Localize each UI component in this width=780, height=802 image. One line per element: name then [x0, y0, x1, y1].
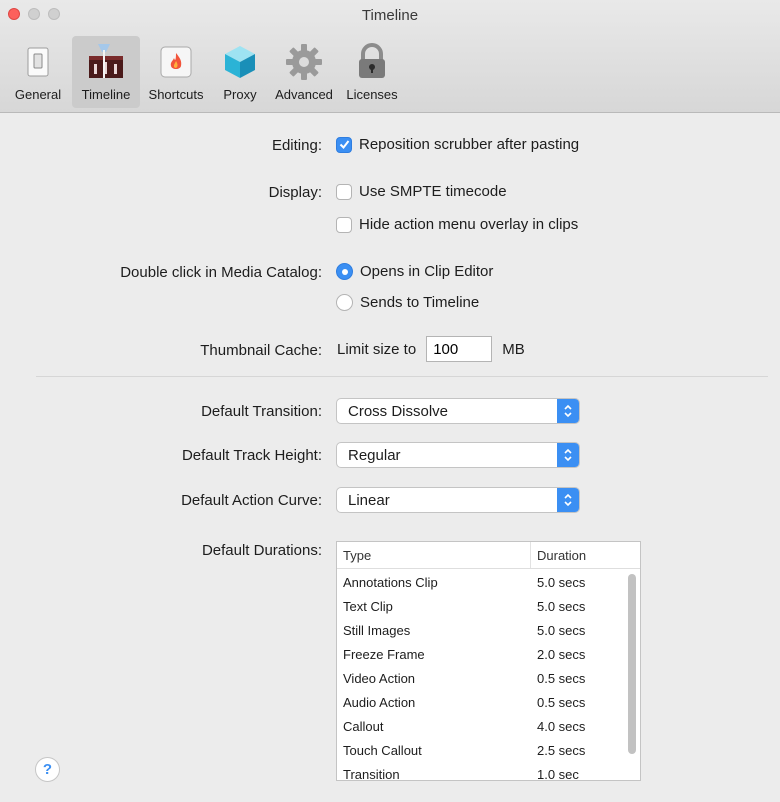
limit-size-label: Limit size to — [337, 340, 417, 358]
tab-licenses-label: Licenses — [346, 87, 398, 102]
checkmark-icon — [339, 140, 349, 150]
tab-general[interactable]: General — [4, 36, 72, 108]
cache-size-field[interactable] — [426, 336, 493, 362]
general-switch-icon — [27, 47, 49, 77]
cell-duration: 0.5 secs — [537, 670, 586, 686]
chevron-up-down-icon — [557, 488, 579, 512]
column-header-duration[interactable]: Duration — [531, 542, 592, 568]
title-toolbar-area: Timeline General Timeline Shortcuts Prox… — [0, 0, 780, 113]
proxy-cube-icon — [225, 46, 255, 78]
cell-duration: 4.0 secs — [537, 718, 586, 734]
window-title: Timeline — [361, 7, 419, 24]
table-row[interactable]: Transition 1.0 sec — [337, 762, 640, 781]
cell-duration: 1.0 sec — [537, 766, 579, 781]
sends-to-timeline-radio[interactable]: Sends to Timeline — [336, 294, 479, 311]
table-header: Type Duration — [337, 542, 640, 569]
default-transition-popup[interactable]: Cross Dissolve — [336, 398, 580, 424]
tab-licenses[interactable]: Licenses — [340, 36, 404, 108]
table-row[interactable]: Annotations Clip 5.0 secs — [337, 570, 640, 594]
thumbnail-cache-label: Thumbnail Cache: — [200, 342, 322, 359]
cache-unit-label: MB — [502, 340, 525, 358]
cell-type: Freeze Frame — [343, 646, 425, 662]
table-row[interactable]: Callout 4.0 secs — [337, 714, 640, 738]
chevron-up-down-icon — [557, 399, 579, 423]
smpte-timecode-checkbox[interactable]: Use SMPTE timecode — [336, 183, 507, 200]
default-track-height-popup[interactable]: Regular — [336, 442, 580, 468]
cell-type: Still Images — [343, 622, 411, 638]
table-body: Annotations Clip 5.0 secs Text Clip 5.0 se… — [337, 569, 640, 781]
default-transition-value: Cross Dissolve — [348, 403, 449, 420]
default-action-curve-label: Default Action Curve: — [181, 492, 322, 509]
radio-unselected[interactable] — [336, 294, 353, 311]
cell-type: Text Clip — [343, 598, 393, 614]
gear-icon — [286, 44, 322, 80]
checkbox-unchecked[interactable] — [336, 183, 352, 200]
opens-in-clip-editor-label: Opens in Clip Editor — [360, 263, 494, 280]
help-button[interactable]: ? — [35, 757, 60, 782]
tab-proxy[interactable]: Proxy — [212, 36, 268, 108]
sends-to-timeline-label: Sends to Timeline — [360, 294, 480, 311]
column-header-type[interactable]: Type — [337, 542, 531, 568]
table-row[interactable]: Audio Action 0.5 secs — [337, 690, 640, 714]
reposition-scrubber-checkbox[interactable]: Reposition scrubber after pasting — [336, 136, 579, 153]
hide-action-menu-label: Hide action menu overlay in clips — [359, 216, 579, 233]
display-label: Display: — [268, 184, 322, 201]
cell-type: Audio Action — [343, 694, 416, 710]
default-track-height-label: Default Track Height: — [181, 447, 322, 464]
tab-timeline-label: Timeline — [81, 87, 131, 102]
default-action-curve-popup[interactable]: Linear — [336, 487, 580, 513]
tab-advanced-label: Advanced — [275, 87, 333, 102]
cell-duration: 5.0 secs — [537, 598, 586, 614]
default-transition-label: Default Transition: — [201, 403, 322, 420]
preferences-window: Timeline General Timeline Shortcuts Prox… — [0, 0, 780, 802]
tab-general-label: General — [14, 87, 62, 102]
cell-duration: 5.0 secs — [537, 574, 586, 590]
reposition-scrubber-label: Reposition scrubber after pasting — [359, 136, 580, 153]
double-click-label: Double click in Media Catalog: — [120, 264, 322, 281]
tab-proxy-label: Proxy — [223, 87, 257, 102]
table-scrollbar[interactable] — [628, 574, 636, 754]
radio-selected[interactable] — [336, 263, 353, 280]
editing-label: Editing: — [271, 137, 322, 154]
table-row[interactable]: Text Clip 5.0 secs — [337, 594, 640, 618]
hide-action-menu-checkbox[interactable]: Hide action menu overlay in clips — [336, 216, 578, 233]
lock-icon — [359, 43, 385, 78]
tab-shortcuts-label: Shortcuts — [148, 87, 204, 102]
shortcuts-fire-icon — [160, 46, 192, 78]
cell-type: Annotations Clip — [343, 574, 438, 590]
default-action-curve-value: Linear — [348, 492, 390, 509]
chevron-up-down-icon — [557, 443, 579, 467]
opens-in-clip-editor-radio[interactable]: Opens in Clip Editor — [336, 263, 493, 280]
smpte-timecode-label: Use SMPTE timecode — [359, 183, 507, 200]
table-row[interactable]: Video Action 0.5 secs — [337, 666, 640, 690]
cell-type: Transition — [343, 766, 400, 781]
tab-timeline[interactable]: Timeline — [72, 36, 140, 108]
cell-duration: 2.5 secs — [537, 742, 586, 758]
section-divider — [36, 376, 768, 377]
cell-duration: 5.0 secs — [537, 622, 586, 638]
cell-duration: 0.5 secs — [537, 694, 586, 710]
cell-duration: 2.0 secs — [537, 646, 586, 662]
table-row[interactable]: Freeze Frame 2.0 secs — [337, 642, 640, 666]
default-track-height-value: Regular — [348, 447, 401, 464]
checkbox-checked[interactable] — [336, 136, 352, 153]
checkbox-unchecked[interactable] — [336, 216, 352, 233]
default-durations-table[interactable]: Type Duration Annotations Clip 5.0 secs T… — [336, 541, 641, 781]
cell-type: Callout — [343, 718, 384, 734]
cell-type: Video Action — [343, 670, 416, 686]
tab-shortcuts[interactable]: Shortcuts — [140, 36, 212, 108]
cell-type: Touch Callout — [343, 742, 422, 758]
help-question-icon: ? — [42, 761, 53, 778]
thumbnail-cache-row: Limit size to MB — [337, 336, 525, 362]
preferences-toolbar: General Timeline Shortcuts Proxy Advance… — [4, 36, 404, 108]
table-row[interactable]: Touch Callout 2.5 secs — [337, 738, 640, 762]
timeline-icon — [89, 44, 123, 78]
default-durations-label: Default Durations: — [201, 542, 322, 559]
tab-advanced[interactable]: Advanced — [268, 36, 340, 108]
table-row[interactable]: Still Images 5.0 secs — [337, 618, 640, 642]
